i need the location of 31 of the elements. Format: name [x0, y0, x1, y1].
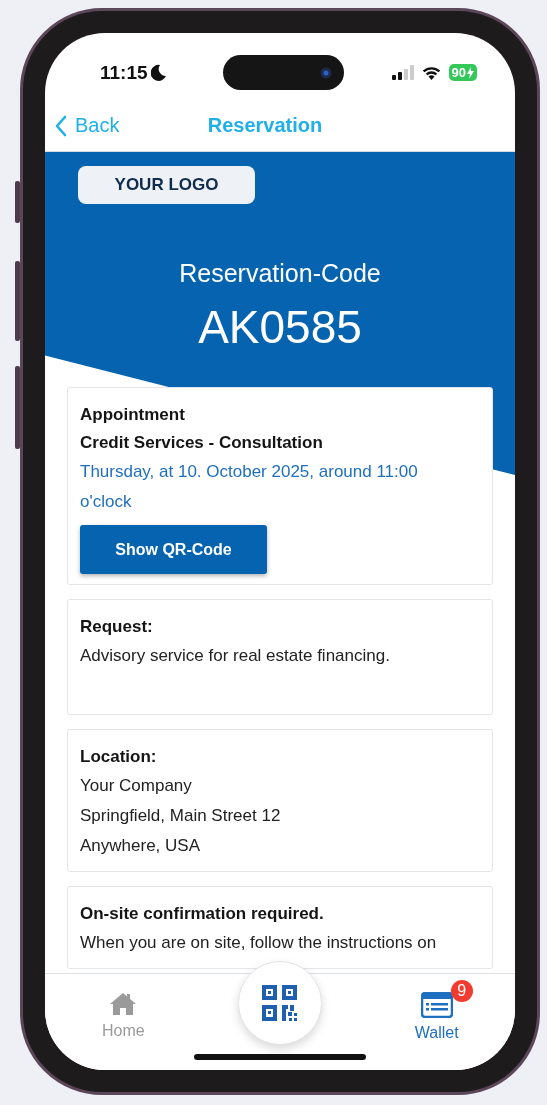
code-label: Reservation-Code	[178, 259, 382, 288]
battery-indicator: 90	[448, 64, 477, 81]
camera-icon	[319, 66, 332, 79]
logo-text: YOUR LOGO	[114, 175, 219, 195]
status-time: 11:15	[100, 61, 148, 84]
card-text: Springfield, Main Street 12	[80, 805, 282, 827]
page-title: Reservation	[207, 114, 323, 137]
card-text: Your Company	[80, 775, 193, 797]
appointment-datetime: Thursday, at 10. October 2025, around 11:00 o'clock	[80, 461, 419, 513]
reservation-code: AK0585	[197, 300, 363, 354]
home-icon	[109, 992, 138, 1016]
card-text: When you are on site, follow the instructions on	[80, 932, 438, 954]
show-qr-button[interactable]: Show QR-Code	[80, 525, 267, 574]
moon-icon	[150, 64, 167, 81]
card-heading: On-site confirmation required.	[80, 903, 325, 925]
card-text: Advisory service for real estate financing.	[80, 645, 391, 667]
service-name: Credit Services - Consultation	[80, 432, 324, 454]
tab-item[interactable]: Home	[84, 974, 163, 1041]
tab-item[interactable]: Wallet 9	[396, 974, 477, 1043]
signal-icon	[391, 65, 414, 80]
notification-badge: 9	[450, 980, 473, 1002]
qr-scan-button[interactable]	[238, 961, 322, 1045]
card-heading: Request:	[80, 616, 154, 638]
wifi-icon	[420, 65, 442, 80]
card-text: Anywhere, USA	[80, 835, 201, 857]
bolt-icon	[467, 66, 474, 79]
card-heading: Appointment	[80, 404, 186, 426]
list-card-icon	[420, 992, 453, 1018]
chevron-left-icon	[55, 114, 67, 137]
card-heading: Location:	[80, 746, 158, 768]
qr-code-icon	[262, 985, 298, 1021]
